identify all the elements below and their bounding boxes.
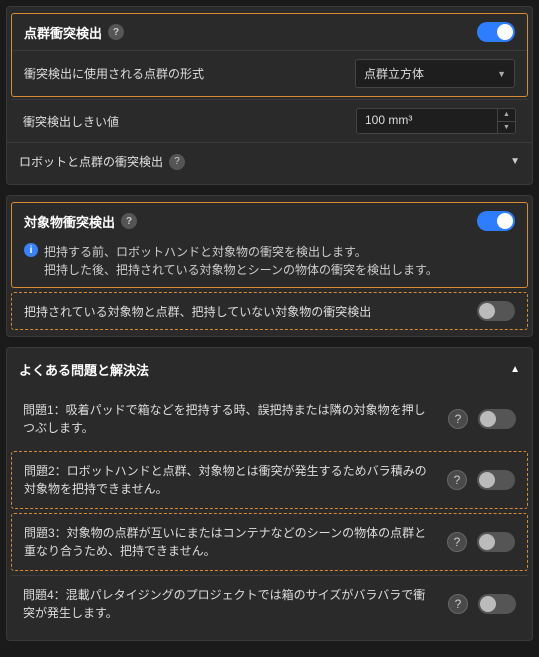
faq-panel: よくある問題と解決法 ▲ 問題1：吸着パッドで箱などを把持する時、誤把持または隣…: [6, 347, 533, 641]
stepper-down-icon[interactable]: ▼: [498, 122, 515, 134]
threshold-value: 100 mm³: [357, 109, 497, 133]
info-block: i 把持する前、ロボットハンドと対象物の衝突を検出します。 把持した後、把持され…: [12, 239, 527, 287]
target-collision-panel: 対象物衝突検出 ? i 把持する前、ロボットハンドと対象物の衝突を検出します。 …: [6, 195, 533, 337]
faq-item: 問題1：吸着パッドで箱などを把持する時、誤把持または隣の対象物を押しつぶします。…: [11, 391, 528, 447]
faq-text: 問題4：混載パレタイジングのプロジェクトでは箱のサイズがバラバラで衝突が発生しま…: [23, 586, 432, 622]
row-held-target-collision: 把持されている対象物と点群、把持していない対象物の衝突検出: [12, 293, 527, 329]
pointcloud-collision-toggle[interactable]: [477, 22, 515, 42]
dropdown-pointcloud-format[interactable]: 点群立方体 ▼: [355, 59, 515, 88]
faq-list: 問題1：吸着パッドで箱などを把持する時、誤把持または隣の対象物を押しつぶします。…: [7, 391, 532, 632]
faq-item-wrap: 問題4：混載パレタイジングのプロジェクトでは箱のサイズがバラバラで衝突が発生しま…: [11, 575, 528, 632]
section-header-pointcloud: 点群衝突検出 ?: [12, 14, 527, 50]
help-icon[interactable]: ?: [448, 594, 468, 614]
chevron-down-icon: ▼: [497, 69, 506, 79]
label-robot-pointcloud: ロボットと点群の衝突検出: [19, 153, 163, 170]
faq-item: 問題3：対象物の点群が互いにまたはコンテナなどのシーンの物体の点群と重なり合うた…: [12, 514, 527, 570]
highlight-box-1: 点群衝突検出 ? 衝突検出に使用される点群の形式 点群立方体 ▼: [11, 13, 528, 97]
section-title: 点群衝突検出: [24, 23, 102, 42]
pointcloud-collision-panel: 点群衝突検出 ? 衝突検出に使用される点群の形式 点群立方体 ▼ 衝突検出しきい…: [6, 6, 533, 185]
help-icon[interactable]: ?: [448, 409, 468, 429]
section-title: 対象物衝突検出: [24, 212, 115, 231]
label-held-target: 把持されている対象物と点群、把持していない対象物の衝突検出: [24, 303, 467, 320]
faq-toggle[interactable]: [478, 409, 516, 429]
faq-item: 問題4：混載パレタイジングのプロジェクトでは箱のサイズがバラバラで衝突が発生しま…: [11, 575, 528, 632]
section-title: よくある問題と解決法: [19, 360, 149, 379]
highlight-box-2: 対象物衝突検出 ? i 把持する前、ロボットハンドと対象物の衝突を検出します。 …: [11, 202, 528, 288]
help-icon[interactable]: ?: [121, 213, 137, 229]
section-header-faq[interactable]: よくある問題と解決法 ▲: [7, 352, 532, 387]
faq-text: 問題3：対象物の点群が互いにまたはコンテナなどのシーンの物体の点群と重なり合うた…: [24, 524, 431, 560]
faq-item-wrap: 問題1：吸着パッドで箱などを把持する時、誤把持または隣の対象物を押しつぶします。…: [11, 391, 528, 447]
help-icon[interactable]: ?: [169, 154, 185, 170]
faq-toggle[interactable]: [478, 594, 516, 614]
faq-text: 問題2：ロボットハンドと点群、対象物とは衝突が発生するためバラ積みの対象物を把持…: [24, 462, 431, 498]
row-robot-pointcloud-collision[interactable]: ロボットと点群の衝突検出 ? ▼: [7, 142, 532, 180]
target-collision-toggle[interactable]: [477, 211, 515, 231]
highlight-box-3: 把持されている対象物と点群、把持していない対象物の衝突検出: [11, 292, 528, 330]
help-icon[interactable]: ?: [447, 470, 467, 490]
row-threshold: 衝突検出しきい値 100 mm³ ▲ ▼: [11, 99, 528, 142]
dropdown-value: 点群立方体: [364, 65, 424, 82]
faq-toggle[interactable]: [477, 470, 515, 490]
faq-item: 問題2：ロボットハンドと点群、対象物とは衝突が発生するためバラ積みの対象物を把持…: [12, 452, 527, 508]
section-header-target: 対象物衝突検出 ?: [12, 203, 527, 239]
info-icon: i: [24, 243, 38, 257]
held-target-toggle[interactable]: [477, 301, 515, 321]
stepper-up-icon[interactable]: ▲: [498, 109, 515, 122]
faq-toggle[interactable]: [477, 532, 515, 552]
info-text: 把持する前、ロボットハンドと対象物の衝突を検出します。 把持した後、把持されてい…: [44, 243, 438, 279]
chevron-down-icon: ▼: [510, 156, 520, 167]
help-icon[interactable]: ?: [447, 532, 467, 552]
help-icon[interactable]: ?: [108, 24, 124, 40]
row-pointcloud-format: 衝突検出に使用される点群の形式 点群立方体 ▼: [12, 50, 527, 96]
label-threshold: 衝突検出しきい値: [23, 113, 346, 130]
threshold-stepper[interactable]: 100 mm³ ▲ ▼: [356, 108, 516, 134]
label-pointcloud-format: 衝突検出に使用される点群の形式: [24, 65, 345, 82]
faq-item-wrap: 問題3：対象物の点群が互いにまたはコンテナなどのシーンの物体の点群と重なり合うた…: [11, 513, 528, 571]
faq-text: 問題1：吸着パッドで箱などを把持する時、誤把持または隣の対象物を押しつぶします。: [23, 401, 432, 437]
faq-item-wrap: 問題2：ロボットハンドと点群、対象物とは衝突が発生するためバラ積みの対象物を把持…: [11, 451, 528, 509]
chevron-up-icon: ▲: [510, 364, 520, 375]
